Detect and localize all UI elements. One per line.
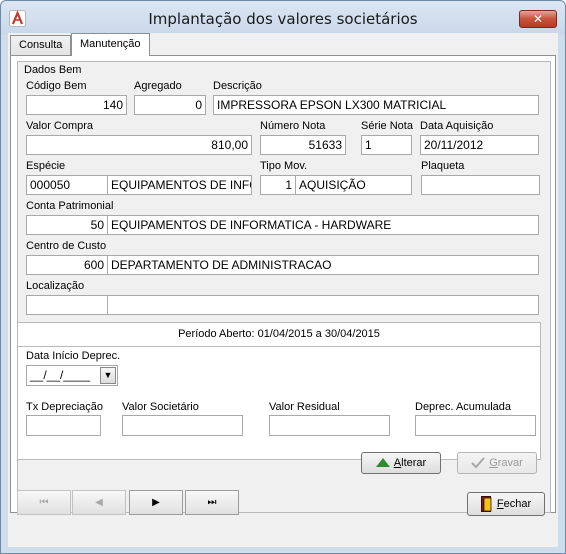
numero-nota-label: Número Nota	[260, 120, 326, 132]
descricao-label: Descrição	[213, 80, 262, 92]
door-exit-icon	[480, 496, 492, 513]
client-area: Consulta Manutenção Dados Bem Código Bem…	[8, 33, 558, 547]
periodo-title: Período Aberto: 01/04/2015 a 30/04/2015	[18, 323, 540, 347]
centro-custo-code-field[interactable]: 600	[26, 255, 108, 275]
gravar-accel: G	[489, 457, 498, 469]
nav-first-button[interactable]: ⏮	[17, 490, 71, 515]
data-aquisicao-field[interactable]: 20/11/2012	[420, 135, 539, 155]
alterar-label: lterar	[401, 457, 427, 469]
prev-icon: ◀	[95, 497, 103, 508]
arrow-up-icon	[375, 458, 390, 468]
nav-last-button[interactable]: ⏭	[185, 490, 239, 515]
centro-custo-desc-field: DEPARTAMENTO DE ADMINISTRACAO	[107, 255, 539, 275]
numero-nota-field[interactable]: 51633	[260, 135, 346, 155]
group-title: Dados Bem	[24, 64, 82, 76]
conta-patrimonial-desc-field: EQUIPAMENTOS DE INFORMATICA - HARDWARE	[107, 215, 539, 235]
valor-societario-label: Valor Societário	[122, 401, 199, 413]
especie-code-field[interactable]: 000050	[26, 175, 108, 195]
codigo-bem-label: Código Bem	[26, 80, 87, 92]
valor-compra-label: Valor Compra	[26, 120, 94, 132]
conta-patrimonial-label: Conta Patrimonial	[26, 200, 114, 212]
chevron-down-icon[interactable]: ▼	[100, 367, 116, 384]
localizacao-code-field[interactable]	[26, 295, 108, 315]
valor-societario-field[interactable]	[122, 415, 243, 436]
valor-residual-field[interactable]	[269, 415, 390, 436]
tab-manutencao[interactable]: Manutenção	[71, 33, 150, 56]
title-bar[interactable]: Implantação dos valores societários ✕	[1, 1, 565, 35]
gravar-label: ravar	[497, 457, 523, 469]
tipo-mov-desc-field: AQUISIÇÃO	[295, 175, 412, 195]
tab-consulta[interactable]: Consulta	[10, 35, 71, 55]
tab-consulta-label: Consulta	[19, 39, 63, 51]
data-aquisicao-label: Data Aquisição	[420, 120, 494, 132]
fechar-label: echar	[503, 498, 532, 510]
valor-compra-field[interactable]: 810,00	[26, 135, 252, 155]
especie-desc-field: EQUIPAMENTOS DE INFOR	[107, 175, 252, 195]
valor-residual-label: Valor Residual	[269, 401, 340, 413]
agregado-label: Agregado	[134, 80, 182, 92]
skip-first-icon: ⏮	[39, 497, 49, 508]
tab-panel-manutencao: Dados Bem Código Bem 140 Agregado 0 Desc…	[10, 55, 556, 513]
especie-label: Espécie	[26, 160, 66, 172]
centro-custo-label: Centro de Custo	[26, 240, 107, 252]
plaqueta-label: Plaqueta	[421, 160, 465, 172]
next-icon: ▶	[152, 497, 160, 508]
descricao-field[interactable]: IMPRESSORA EPSON LX300 MATRICIAL	[213, 95, 539, 115]
app-window: Implantação dos valores societários ✕ Co…	[0, 0, 566, 554]
nav-prev-button[interactable]: ◀	[72, 490, 126, 515]
agregado-field[interactable]: 0	[134, 95, 206, 115]
tx-depreciacao-label: Tx Depreciação	[26, 401, 104, 413]
localizacao-label: Localização	[26, 280, 85, 292]
tipo-mov-code-field[interactable]: 1	[260, 175, 296, 195]
data-inicio-value: __/__/____	[30, 368, 91, 382]
deprec-acumulada-field[interactable]	[415, 415, 536, 436]
plaqueta-field[interactable]	[421, 175, 540, 195]
localizacao-desc-field	[107, 295, 539, 315]
window-close-button[interactable]: ✕	[519, 10, 557, 28]
serie-nota-label: Série Nota	[361, 120, 413, 132]
nav-next-button[interactable]: ▶	[129, 490, 183, 515]
check-icon	[471, 457, 485, 469]
conta-patrimonial-code-field[interactable]: 50	[26, 215, 108, 235]
codigo-bem-field[interactable]: 140	[26, 95, 127, 115]
data-inicio-picker[interactable]: __/__/____ ▼	[26, 365, 118, 386]
alterar-button[interactable]: Alterar	[361, 452, 441, 474]
deprec-acumulada-label: Deprec. Acumulada	[415, 401, 511, 413]
gravar-button[interactable]: Gravar	[457, 452, 537, 474]
serie-nota-field[interactable]: 1	[361, 135, 412, 155]
data-inicio-label: Data Início Deprec.	[26, 350, 121, 362]
tipo-mov-label: Tipo Mov.	[260, 160, 308, 172]
fechar-accel: F	[496, 498, 504, 510]
tx-depreciacao-field[interactable]	[26, 415, 101, 436]
tab-manutencao-label: Manutenção	[80, 38, 141, 50]
window-title: Implantação dos valores societários	[148, 10, 418, 28]
fechar-button[interactable]: Fechar	[467, 492, 545, 516]
skip-last-icon: ⏭	[207, 497, 217, 508]
dados-bem-group: Dados Bem Código Bem 140 Agregado 0 Desc…	[17, 61, 551, 513]
periodo-panel: Período Aberto: 01/04/2015 a 30/04/2015 …	[17, 322, 541, 460]
close-icon: ✕	[532, 12, 544, 26]
